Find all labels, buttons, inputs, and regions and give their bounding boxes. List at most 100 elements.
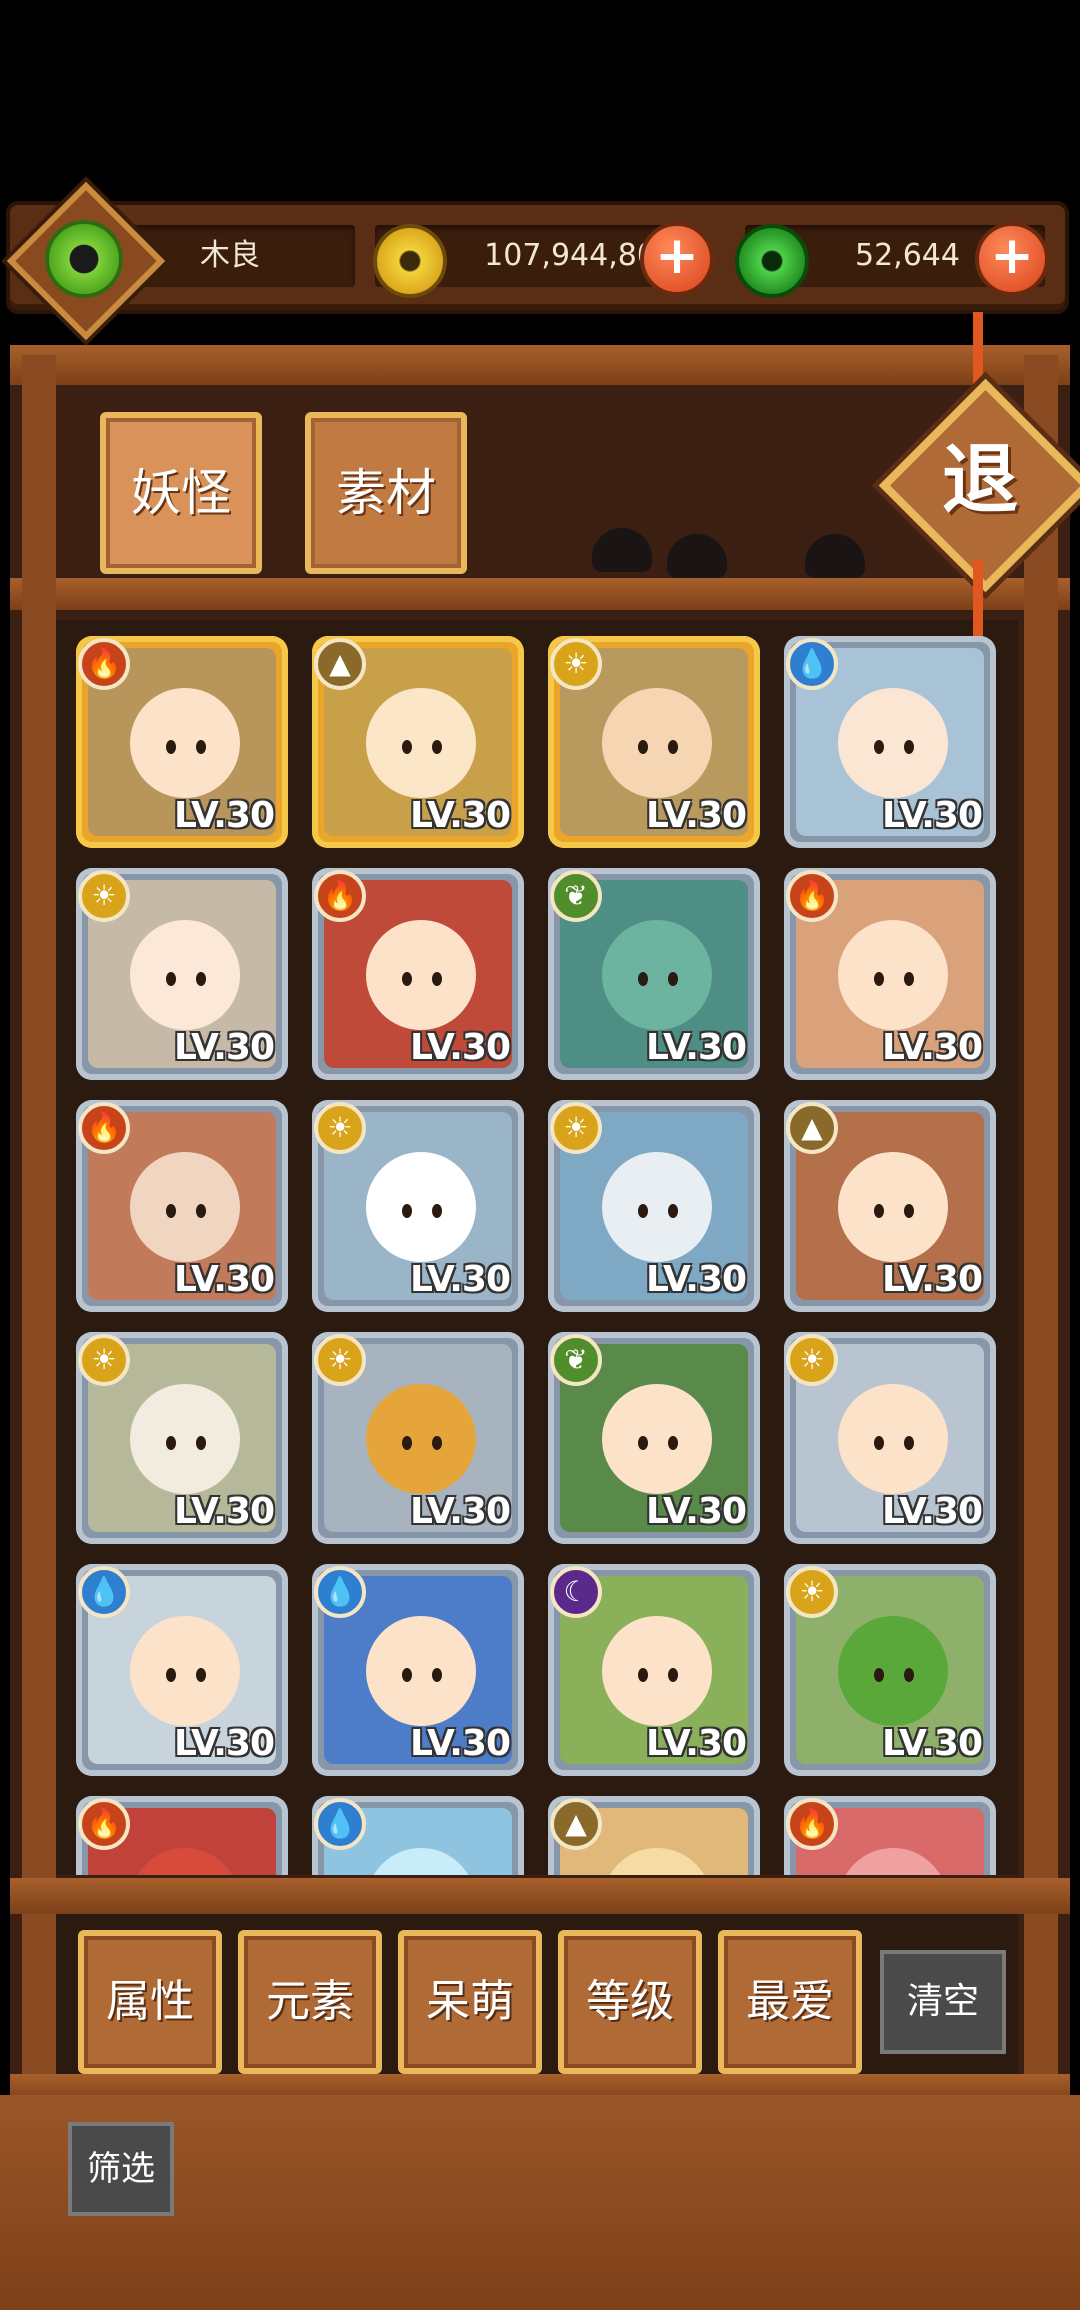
monster-level: LV.30 xyxy=(174,1723,275,1764)
monster-eye-left xyxy=(402,1436,412,1450)
monster-level: LV.30 xyxy=(410,1723,511,1764)
light-element-icon: ☀ xyxy=(314,1102,366,1154)
monster-card[interactable]: 🔥 LV.30 xyxy=(784,868,996,1080)
cabinet-top-beam xyxy=(10,345,1070,385)
monster-card[interactable]: ☀ LV.30 xyxy=(784,1332,996,1544)
add-jade-button[interactable]: + xyxy=(975,222,1049,296)
wood-element-icon: ❦ xyxy=(550,1334,602,1386)
water-element-icon: 💧 xyxy=(314,1798,366,1850)
light-element-icon: ☀ xyxy=(314,1334,366,1386)
monster-face xyxy=(838,1152,948,1262)
monster-face xyxy=(838,688,948,798)
tab-monsters[interactable]: 妖怪 xyxy=(100,412,262,574)
monster-eye-right xyxy=(668,1436,678,1450)
filter-cute-button[interactable]: 呆萌 xyxy=(398,1930,542,2074)
monster-card[interactable]: ☀ LV.30 xyxy=(548,1100,760,1312)
monster-level: LV.30 xyxy=(174,1491,275,1532)
monster-card[interactable]: ▲ LV.30 xyxy=(784,1100,996,1312)
fire-element-icon: 🔥 xyxy=(78,1798,130,1850)
monster-eye-right xyxy=(668,1668,678,1682)
monster-card[interactable]: ☀ LV.30 xyxy=(312,1100,524,1312)
monster-face xyxy=(366,688,476,798)
monster-eye-right xyxy=(668,1204,678,1218)
cabinet-left-post xyxy=(22,355,56,2095)
monster-level: LV.30 xyxy=(882,1027,983,1068)
monster-eye-right xyxy=(432,972,442,986)
monster-level: LV.30 xyxy=(882,1491,983,1532)
tab-materials[interactable]: 素材 xyxy=(305,412,467,574)
monster-face xyxy=(130,1152,240,1262)
monster-level: LV.30 xyxy=(410,1491,511,1532)
monster-card[interactable]: ☀ LV.30 xyxy=(76,1332,288,1544)
monster-eye-right xyxy=(904,972,914,986)
monster-card[interactable]: ☀ LV.30 xyxy=(312,1332,524,1544)
monster-card[interactable]: 🔥 xyxy=(76,1796,288,1875)
top-resource-bar: 木良 107,944,803 52,644 xyxy=(10,205,1065,310)
monster-card[interactable]: ☀ LV.30 xyxy=(76,868,288,1080)
monster-card[interactable]: ❦ LV.30 xyxy=(548,868,760,1080)
avatar-jade-icon[interactable] xyxy=(45,220,123,298)
monster-card[interactable]: ▲ LV.30 xyxy=(312,636,524,848)
monster-level: LV.30 xyxy=(646,1259,747,1300)
monster-card[interactable]: 💧 LV.30 xyxy=(784,636,996,848)
monster-card[interactable]: ❦ LV.30 xyxy=(548,1332,760,1544)
monster-card[interactable]: ☀ LV.30 xyxy=(548,636,760,848)
monster-card[interactable]: 💧 LV.30 xyxy=(312,1564,524,1776)
filter-element-button[interactable]: 元素 xyxy=(238,1930,382,2074)
monster-eye-left xyxy=(874,972,884,986)
wood-element-icon: ❦ xyxy=(550,870,602,922)
monster-eye-right xyxy=(432,1436,442,1450)
monster-card[interactable]: ☾ LV.30 xyxy=(548,1564,760,1776)
add-gold-button[interactable]: + xyxy=(640,222,714,296)
monster-card[interactable]: 🔥 xyxy=(784,1796,996,1875)
monster-face xyxy=(602,1152,712,1262)
monster-face xyxy=(602,1848,712,1875)
monster-card[interactable]: ▲ xyxy=(548,1796,760,1875)
light-element-icon: ☀ xyxy=(78,870,130,922)
monster-face xyxy=(838,1616,948,1726)
fire-element-icon: 🔥 xyxy=(78,1102,130,1154)
monster-level: LV.30 xyxy=(174,795,275,836)
monster-face xyxy=(130,1848,240,1875)
exit-string xyxy=(973,312,983,387)
monster-eye-left xyxy=(638,1668,648,1682)
monster-eye-right xyxy=(432,740,442,754)
monster-eye-left xyxy=(402,1668,412,1682)
monster-eye-right xyxy=(432,1668,442,1682)
monster-card[interactable]: 🔥 LV.30 xyxy=(76,1100,288,1312)
monster-face xyxy=(366,1848,476,1875)
cabinet-bottom-beam xyxy=(10,1878,1070,1914)
monster-card[interactable]: 💧 LV.30 xyxy=(76,1564,288,1776)
monster-eye-right xyxy=(668,740,678,754)
fire-element-icon: 🔥 xyxy=(786,870,838,922)
monster-level: LV.30 xyxy=(646,1723,747,1764)
monster-level: LV.30 xyxy=(646,1491,747,1532)
monster-eye-right xyxy=(196,1204,206,1218)
monster-eye-left xyxy=(166,1436,176,1450)
filter-favorite-button[interactable]: 最爱 xyxy=(718,1930,862,2074)
monster-card[interactable]: 🔥 LV.30 xyxy=(76,636,288,848)
filter-level-button[interactable]: 等级 xyxy=(558,1930,702,2074)
monster-face xyxy=(602,1616,712,1726)
monster-face xyxy=(130,920,240,1030)
jade-coin-icon xyxy=(735,224,809,298)
monster-eye-right xyxy=(196,1668,206,1682)
monster-card[interactable]: ☀ LV.30 xyxy=(784,1564,996,1776)
light-element-icon: ☀ xyxy=(786,1334,838,1386)
monster-card[interactable]: 💧 xyxy=(312,1796,524,1875)
sift-button[interactable]: 筛选 xyxy=(68,2122,174,2216)
monster-eye-right xyxy=(904,740,914,754)
monster-card[interactable]: 🔥 LV.30 xyxy=(312,868,524,1080)
exit-button[interactable]: 退 xyxy=(878,378,1080,593)
clear-filter-button[interactable]: 清空 xyxy=(880,1950,1006,2054)
earth-element-icon: ▲ xyxy=(314,638,366,690)
monster-eye-left xyxy=(638,740,648,754)
dark-element-icon: ☾ xyxy=(550,1566,602,1618)
monster-eye-left xyxy=(638,1204,648,1218)
monster-face xyxy=(838,1848,948,1875)
monster-level: LV.30 xyxy=(882,1723,983,1764)
monster-face xyxy=(366,1384,476,1494)
monster-eye-left xyxy=(166,972,176,986)
monster-eye-left xyxy=(166,1668,176,1682)
filter-attribute-button[interactable]: 属性 xyxy=(78,1930,222,2074)
